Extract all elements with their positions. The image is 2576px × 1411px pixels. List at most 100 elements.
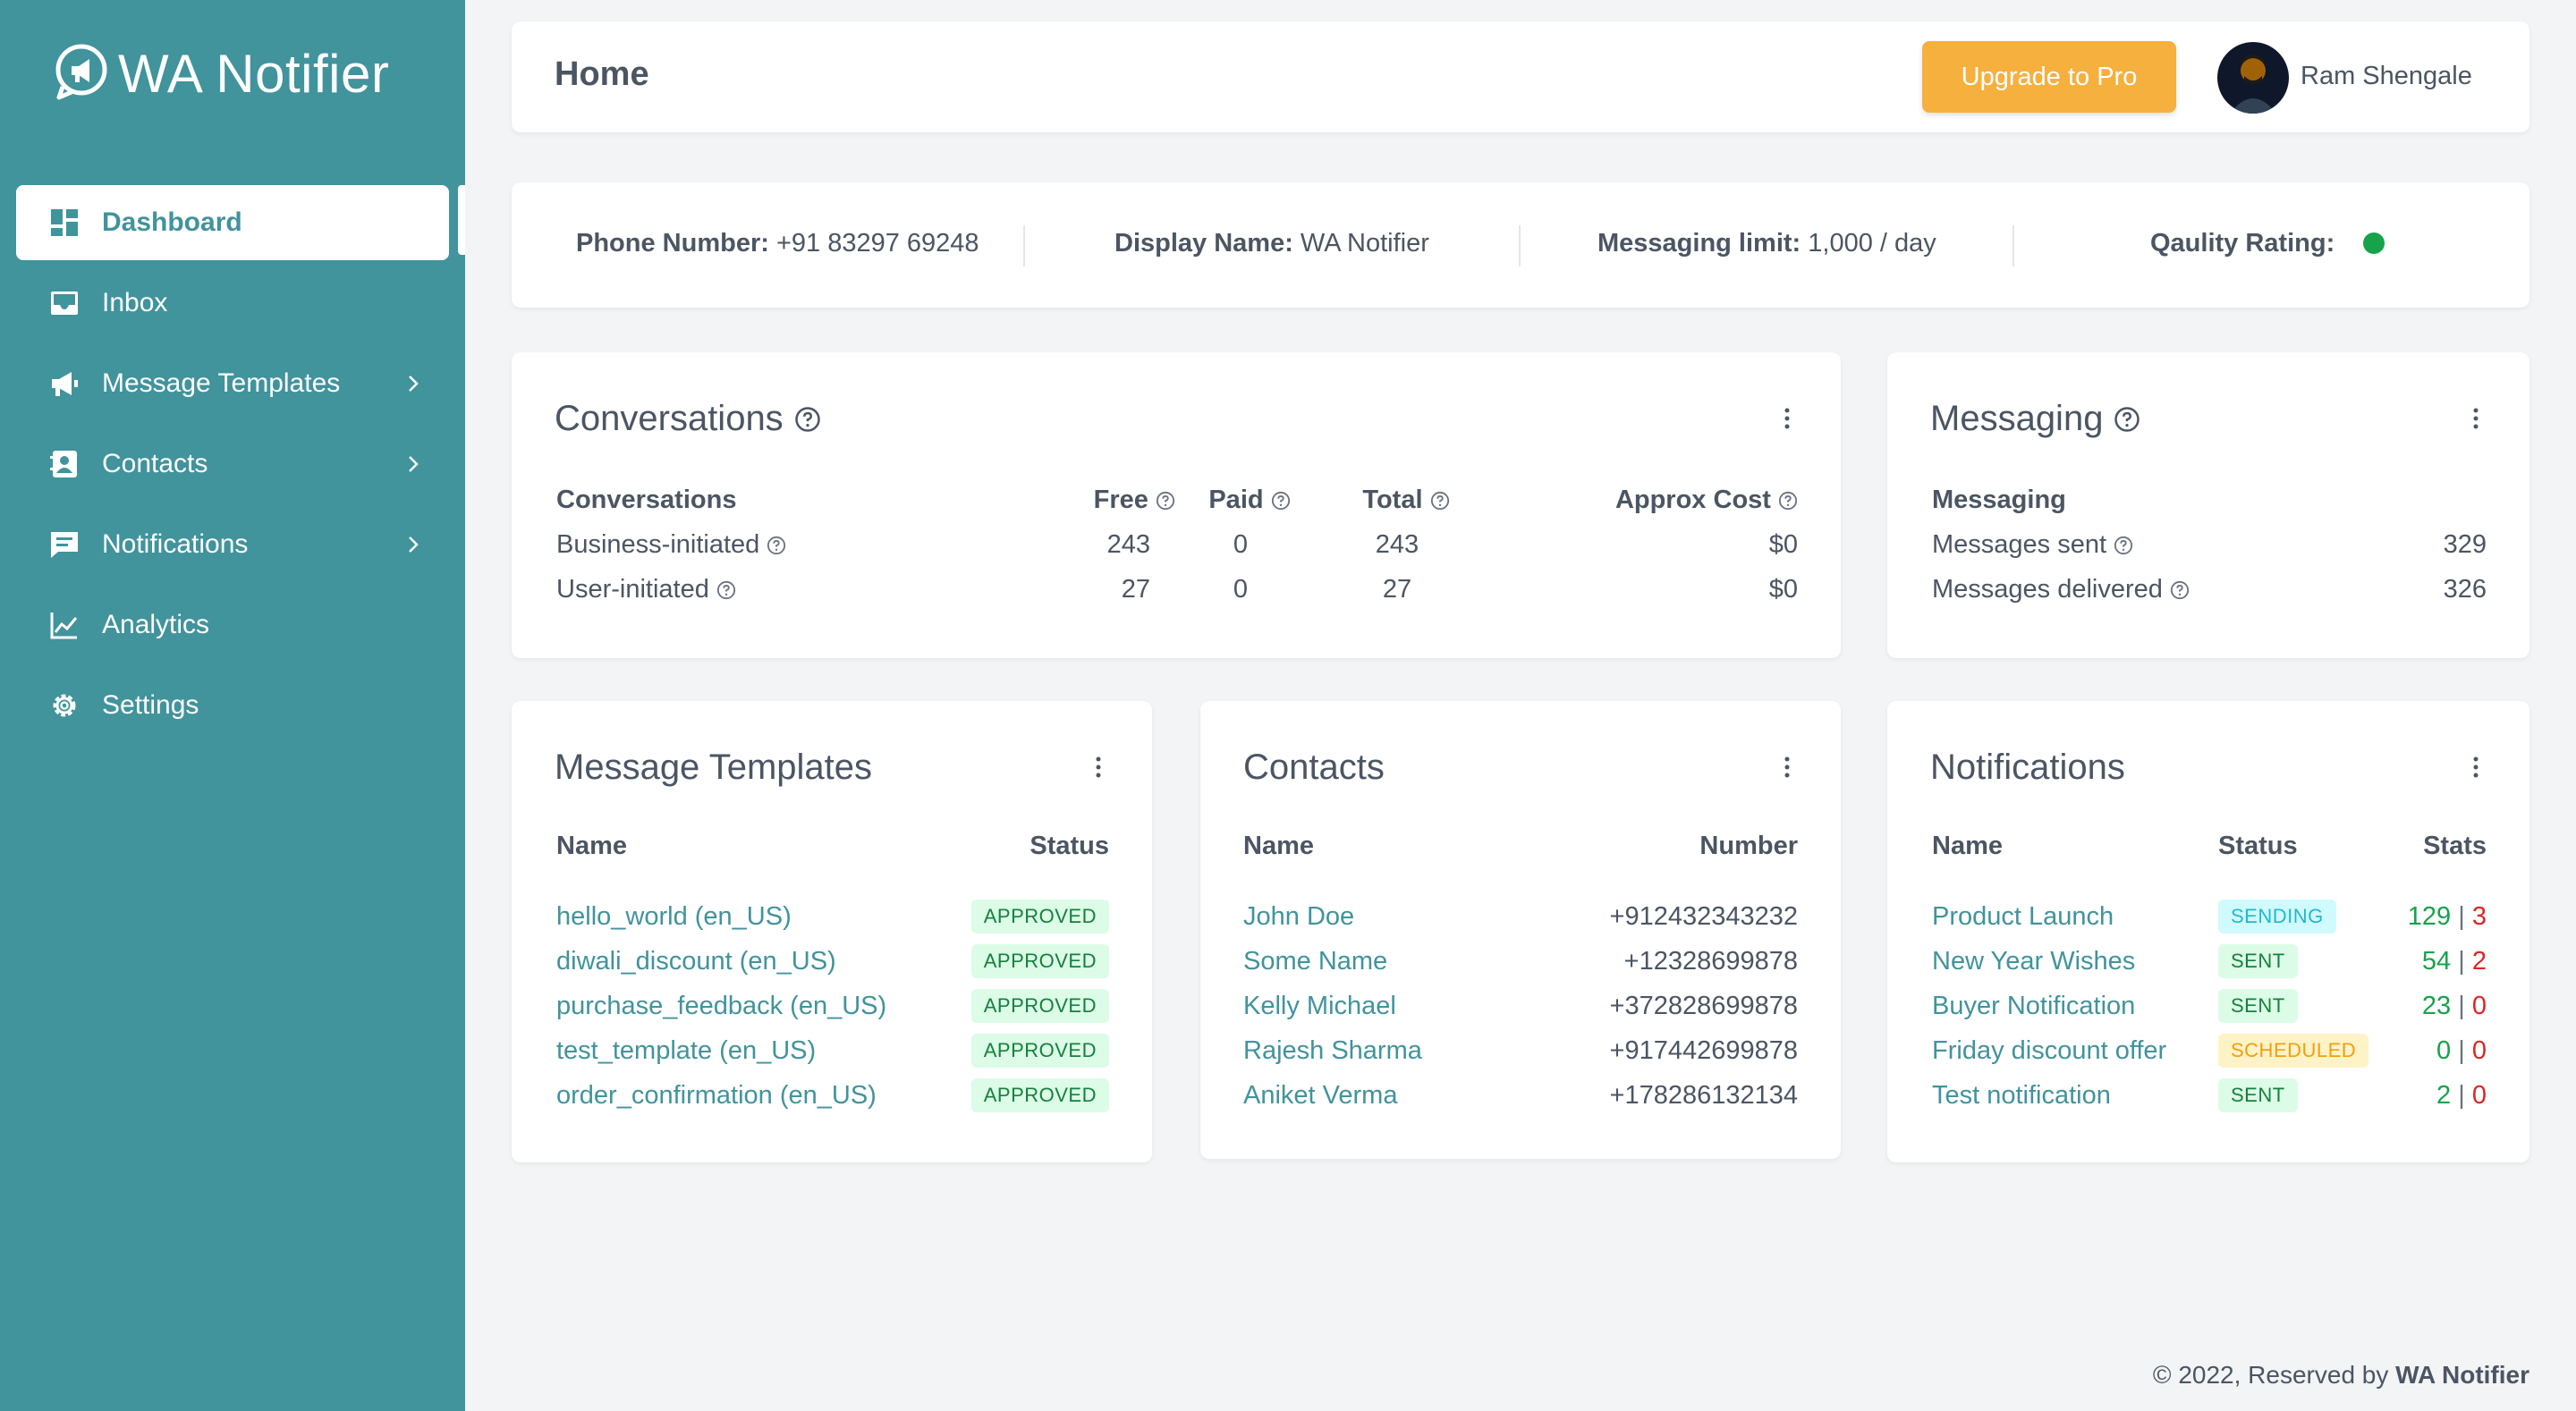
account-info-bar: Phone Number: +91 83297 69248 Display Na… bbox=[512, 182, 2529, 308]
stat-success: 129 bbox=[2407, 901, 2452, 931]
contact-link[interactable]: Rajesh Sharma bbox=[1243, 1036, 1422, 1065]
help-icon[interactable] bbox=[1430, 491, 1450, 511]
column-header: Messaging bbox=[1932, 485, 2066, 514]
quality-label: Qaulity Rating: bbox=[2150, 229, 2335, 258]
user-name[interactable]: Ram Shengale bbox=[2301, 62, 2472, 91]
sidebar-item-label: Analytics bbox=[102, 610, 210, 639]
template-link[interactable]: order_confirmation (en_US) bbox=[556, 1081, 877, 1110]
column-header: Name bbox=[1932, 832, 2003, 860]
notification-link[interactable]: Buyer Notification bbox=[1932, 992, 2135, 1020]
contact-link[interactable]: Kelly Michael bbox=[1243, 992, 1396, 1020]
help-icon[interactable] bbox=[2170, 580, 2190, 600]
table-row: Buyer Notification SENT 23 | 0 bbox=[1932, 984, 2487, 1028]
help-icon[interactable] bbox=[2114, 536, 2133, 555]
stat-success: 2 bbox=[2436, 1080, 2452, 1110]
conversations-title: Conversations bbox=[555, 399, 784, 438]
page-title: Home bbox=[555, 55, 649, 93]
notification-link[interactable]: New Year Wishes bbox=[1932, 947, 2135, 976]
more-options-icon[interactable] bbox=[2472, 755, 2479, 780]
stat-failed: 3 bbox=[2471, 901, 2487, 931]
row-label: User-initiated bbox=[556, 567, 1004, 612]
total-cell: 27 bbox=[1382, 574, 1412, 604]
divider bbox=[1519, 225, 1521, 266]
table-row: Messages sent 329 bbox=[1932, 522, 2487, 567]
brand-logo[interactable]: WA Notifier bbox=[52, 41, 389, 106]
notification-link[interactable]: Product Launch bbox=[1932, 902, 2114, 931]
contact-link[interactable]: John Doe bbox=[1243, 902, 1354, 931]
help-icon[interactable] bbox=[1271, 491, 1291, 511]
table-header-row: Name Status Stats bbox=[1932, 832, 2487, 894]
contact-number: +12328699878 bbox=[1623, 946, 1798, 976]
status-badge: SENDING bbox=[2218, 900, 2336, 934]
help-icon[interactable] bbox=[1156, 491, 1175, 511]
sidebar-item-contacts[interactable]: Contacts bbox=[16, 427, 449, 502]
help-icon[interactable] bbox=[794, 406, 821, 433]
template-link[interactable]: diwali_discount (en_US) bbox=[556, 947, 836, 976]
notification-link[interactable]: Test notification bbox=[1932, 1081, 2111, 1110]
contact-link[interactable]: Some Name bbox=[1243, 947, 1387, 976]
table-row: test_template (en_US) APPROVED bbox=[556, 1028, 1109, 1073]
table-header-row: Name Status bbox=[556, 832, 1109, 894]
quality-status-dot bbox=[2363, 232, 2385, 254]
contact-link[interactable]: Aniket Verma bbox=[1243, 1081, 1397, 1110]
sidebar-item-label: Contacts bbox=[102, 449, 208, 478]
table-row: order_confirmation (en_US) APPROVED bbox=[556, 1073, 1109, 1118]
templates-title: Message Templates bbox=[555, 748, 872, 787]
sidebar-item-message-templates[interactable]: Message Templates bbox=[16, 346, 449, 421]
notification-link[interactable]: Friday discount offer bbox=[1932, 1036, 2166, 1065]
sidebar-item-inbox[interactable]: Inbox bbox=[16, 266, 449, 341]
cost-cell: $0 bbox=[1768, 574, 1798, 604]
divider bbox=[1023, 225, 1025, 266]
stat-success: 0 bbox=[2436, 1035, 2452, 1065]
template-link[interactable]: hello_world (en_US) bbox=[556, 902, 792, 931]
status-badge: APPROVED bbox=[970, 989, 1109, 1023]
quality-rating-info: Qaulity Rating: bbox=[2150, 229, 2385, 258]
sidebar-item-analytics[interactable]: Analytics bbox=[16, 587, 449, 663]
table-row: purchase_feedback (en_US) APPROVED bbox=[556, 984, 1109, 1028]
help-icon[interactable] bbox=[767, 536, 786, 555]
table-row: Test notification SENT 2 | 0 bbox=[1932, 1073, 2487, 1118]
dashboard-icon bbox=[48, 207, 80, 239]
avatar[interactable] bbox=[2217, 42, 2289, 114]
more-options-icon[interactable] bbox=[1784, 755, 1791, 780]
template-link[interactable]: purchase_feedback (en_US) bbox=[556, 992, 886, 1020]
sidebar-item-settings[interactable]: Settings bbox=[16, 668, 449, 743]
column-header: Paid bbox=[1182, 477, 1317, 522]
help-icon[interactable] bbox=[2114, 406, 2140, 433]
more-options-icon[interactable] bbox=[2472, 406, 2479, 431]
notifications-title: Notifications bbox=[1930, 748, 2125, 787]
row-label: Business-initiated bbox=[556, 522, 1004, 567]
template-link[interactable]: test_template (en_US) bbox=[556, 1036, 816, 1065]
status-badge: APPROVED bbox=[970, 900, 1109, 934]
row-label: Messages sent bbox=[1932, 522, 2407, 567]
upgrade-button[interactable]: Upgrade to Pro bbox=[1922, 41, 2176, 113]
contacts-title: Contacts bbox=[1243, 748, 1385, 787]
stat-failed: 0 bbox=[2471, 991, 2487, 1020]
active-indicator bbox=[458, 185, 465, 255]
templates-table: Name Status hello_world (en_US) APPROVED … bbox=[556, 832, 1109, 1118]
sidebar-nav: Dashboard Inbox Message Templates Contac… bbox=[16, 185, 449, 748]
card-title: Conversations bbox=[555, 399, 821, 439]
sidebar-item-dashboard[interactable]: Dashboard bbox=[16, 185, 449, 260]
inbox-icon bbox=[48, 287, 80, 319]
table-header-row: Conversations Free Paid Total Approx Cos… bbox=[556, 477, 1798, 522]
chart-icon bbox=[48, 609, 80, 641]
messaging-title: Messaging bbox=[1930, 399, 2104, 438]
column-header: Stats bbox=[2423, 832, 2487, 860]
display-name-info: Display Name: WA Notifier bbox=[1114, 229, 1429, 258]
limit-label: Messaging limit: bbox=[1597, 229, 1801, 258]
sidebar-item-label: Inbox bbox=[102, 288, 168, 317]
help-icon[interactable] bbox=[1778, 491, 1798, 511]
sidebar-item-notifications[interactable]: Notifications bbox=[16, 507, 449, 582]
cost-cell: $0 bbox=[1768, 529, 1798, 559]
value-cell: 326 bbox=[2443, 574, 2487, 604]
phone-value: +91 83297 69248 bbox=[775, 229, 979, 258]
whatsapp-megaphone-icon bbox=[52, 42, 111, 106]
table-row: Aniket Verma +178286132134 bbox=[1243, 1073, 1798, 1118]
more-options-icon[interactable] bbox=[1095, 755, 1102, 780]
notifications-table: Name Status Stats Product Launch SENDING 1… bbox=[1932, 832, 2487, 1118]
column-header: Conversations bbox=[556, 485, 737, 514]
more-options-icon[interactable] bbox=[1784, 406, 1791, 431]
help-icon[interactable] bbox=[716, 580, 736, 600]
column-header: Name bbox=[556, 832, 627, 860]
